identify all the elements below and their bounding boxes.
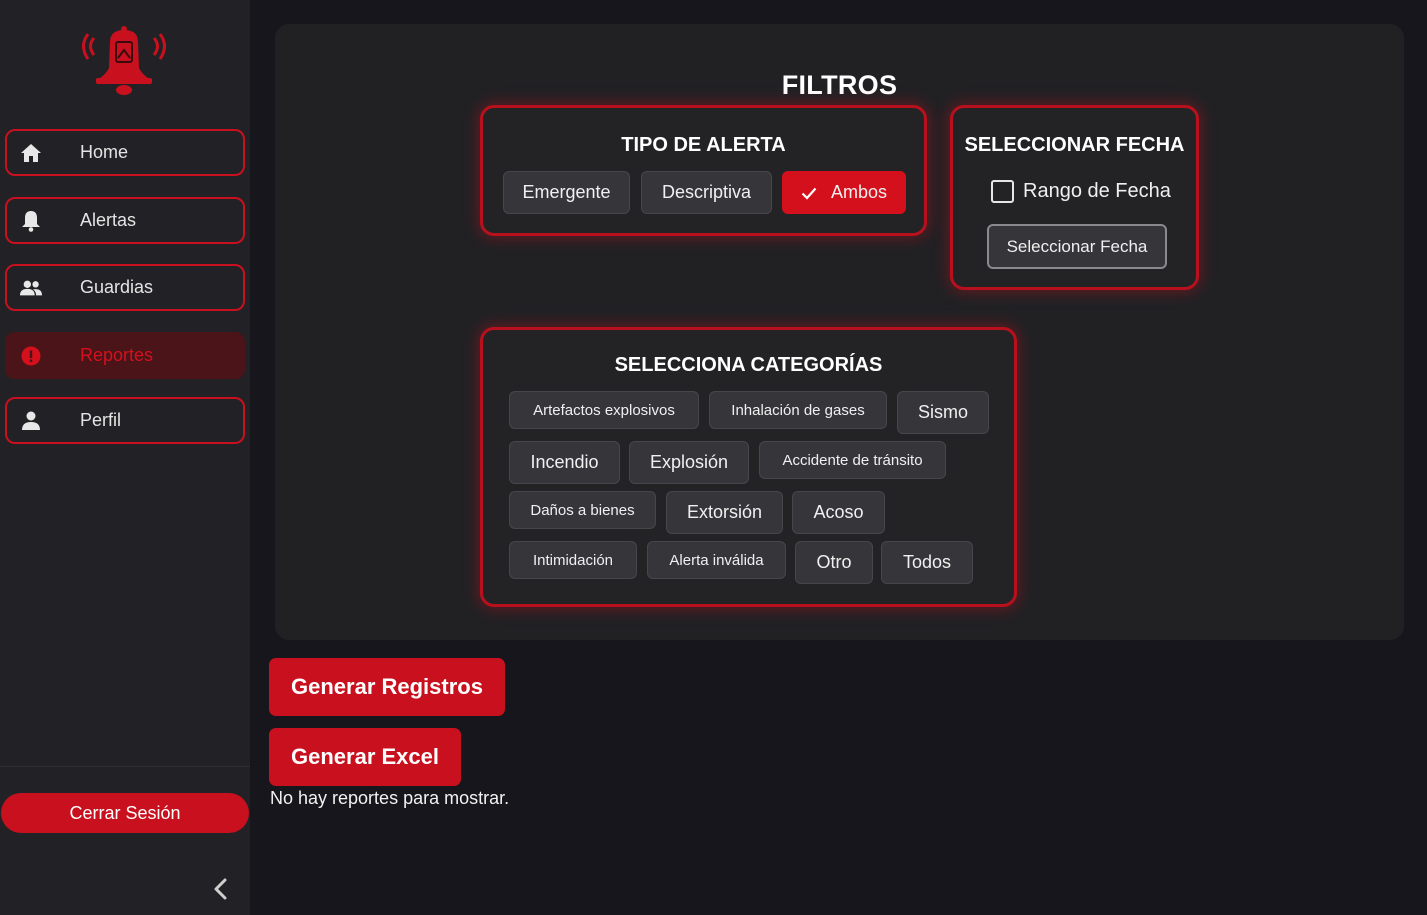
sidebar-item-perfil[interactable]: Perfil xyxy=(5,397,245,444)
alert-type-emergente-chip[interactable]: Emergente xyxy=(503,171,630,214)
empty-reports-message: No hay reportes para mostrar. xyxy=(270,788,510,808)
category-chip[interactable]: Otro xyxy=(795,541,873,584)
alert-type-card: TIPO DE ALERTA Emergente Descriptiva Amb… xyxy=(480,105,927,236)
category-chip[interactable]: Todos xyxy=(881,541,973,584)
sidebar-divider xyxy=(0,766,250,767)
category-chip[interactable]: Daños a bienes xyxy=(509,491,656,529)
date-card: SELECCIONAR FECHA Rango de Fecha Selecci… xyxy=(950,105,1199,290)
category-chip[interactable]: Acoso xyxy=(792,491,885,534)
sidebar-item-label: Perfil xyxy=(80,410,122,430)
category-chip[interactable]: Artefactos explosivos xyxy=(509,391,699,429)
alert-type-ambos-chip[interactable]: Ambos xyxy=(782,171,906,214)
page-title: FILTROS xyxy=(781,70,898,100)
alert-type-title: TIPO DE ALERTA xyxy=(621,134,786,156)
category-chip[interactable]: Intimidación xyxy=(509,541,637,579)
sidebar-item-label: Alertas xyxy=(80,210,137,230)
date-range-label: Rango de Fecha xyxy=(1023,180,1171,202)
sidebar-item-reportes[interactable]: Reportes xyxy=(5,332,245,379)
category-chip[interactable]: Inhalación de gases xyxy=(709,391,887,429)
people-icon xyxy=(20,277,42,299)
logout-button[interactable]: Cerrar Sesión xyxy=(1,793,249,833)
sidebar: Home Alertas Guardias Reportes Perfil Ce… xyxy=(0,0,250,915)
alert-type-descriptiva-chip[interactable]: Descriptiva xyxy=(641,171,772,214)
home-icon xyxy=(20,142,42,164)
generate-records-button[interactable]: Generar Registros xyxy=(269,658,505,716)
category-chip[interactable]: Accidente de tránsito xyxy=(759,441,946,479)
date-range-toggle[interactable]: Rango de Fecha xyxy=(991,180,1171,203)
sidebar-item-label: Home xyxy=(80,142,129,162)
select-date-button[interactable]: Seleccionar Fecha xyxy=(987,224,1167,269)
categories-card: SELECCIONA CATEGORÍAS Artefactos explosi… xyxy=(480,327,1017,607)
date-range-checkbox[interactable] xyxy=(991,180,1014,203)
sidebar-item-label: Reportes xyxy=(80,345,154,365)
alarm-bell-logo-icon xyxy=(82,26,166,95)
person-icon xyxy=(20,410,42,432)
sidebar-item-alertas[interactable]: Alertas xyxy=(5,197,245,244)
generate-excel-button[interactable]: Generar Excel xyxy=(269,728,461,786)
filters-panel: FILTROS TIPO DE ALERTA Emergente Descrip… xyxy=(275,24,1404,640)
alert-circle-icon xyxy=(20,345,42,367)
sidebar-item-home[interactable]: Home xyxy=(5,129,245,176)
category-chip[interactable]: Sismo xyxy=(897,391,989,434)
chevron-left-icon[interactable] xyxy=(208,874,234,904)
chip-label: Ambos xyxy=(830,182,888,202)
category-chip[interactable]: Extorsión xyxy=(666,491,783,534)
checkmark-icon xyxy=(801,187,817,200)
category-chip[interactable]: Alerta inválida xyxy=(647,541,786,579)
sidebar-item-guardias[interactable]: Guardias xyxy=(5,264,245,311)
category-chip[interactable]: Incendio xyxy=(509,441,620,484)
date-card-title: SELECCIONAR FECHA xyxy=(964,134,1185,156)
categories-title: SELECCIONA CATEGORÍAS xyxy=(614,354,883,376)
bell-icon xyxy=(20,210,42,232)
sidebar-item-label: Guardias xyxy=(80,277,154,297)
category-chip[interactable]: Explosión xyxy=(629,441,749,484)
